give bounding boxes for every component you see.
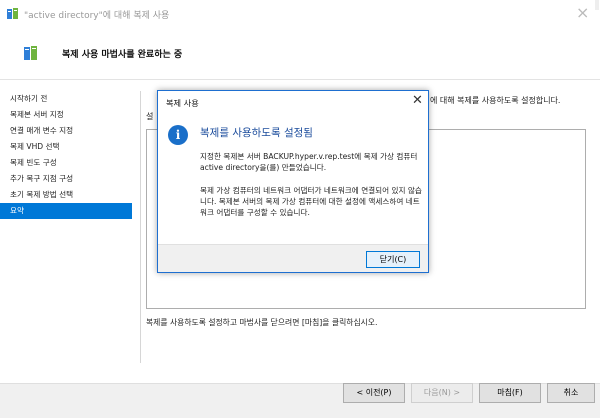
replication-enabled-dialog: 복제 사용 ✕ i 복제를 사용하도록 설정됨 지정한 복제본 서버 BACKU… xyxy=(157,90,429,273)
dialog-message-created: 지정한 복제본 서버 BACKUP.hyper.v.rep.test에 복제 가… xyxy=(200,152,418,172)
wizard-footer: < 이전(P) 다음(N) > 마침(F) 취소 xyxy=(0,383,600,418)
nav-item-replication-vhds[interactable]: 복제 VHD 선택 xyxy=(0,139,132,155)
previous-button[interactable]: < 이전(P) xyxy=(343,383,405,403)
window-titlebar: "active directory"에 대해 복제 사용 × xyxy=(0,0,600,30)
nav-item-initial-replication[interactable]: 초기 복제 방법 선택 xyxy=(0,187,132,203)
next-button: 다음(N) > xyxy=(411,383,473,403)
dialog-title: 복제 사용 xyxy=(166,98,199,108)
page-title: 복제 사용 마법사를 완료하는 중 xyxy=(62,50,183,60)
nav-item-before-you-begin[interactable]: 시작하기 전 xyxy=(0,91,132,107)
hyperv-vm-icon xyxy=(24,46,37,60)
summary-label: 설 xyxy=(146,112,154,121)
dialog-message-network: 복제 가상 컴퓨터의 네트워크 어댑터가 네트워크에 연결되어 있지 않습니다.… xyxy=(200,186,422,217)
finish-hint: 복제를 사용하도록 설정하고 마법사를 닫으려면 [마침]을 클릭하십시오. xyxy=(146,318,378,327)
window-close-icon[interactable]: × xyxy=(576,5,589,21)
finish-button[interactable]: 마침(F) xyxy=(479,383,541,403)
dialog-footer: 닫기(C) xyxy=(158,244,428,272)
scrollbar-fragment xyxy=(595,0,599,10)
hyperv-vm-icon xyxy=(7,8,18,19)
nav-item-connection-params[interactable]: 연결 매개 변수 지정 xyxy=(0,123,132,139)
info-icon: i xyxy=(168,125,188,145)
dialog-close-icon[interactable]: ✕ xyxy=(412,94,423,108)
dialog-heading: 복제를 사용하도록 설정됨 xyxy=(200,127,313,139)
window-title: "active directory"에 대해 복제 사용 xyxy=(24,11,170,21)
nav-item-summary[interactable]: 요약 xyxy=(0,203,132,219)
intro-text: 에 대해 복제를 사용하도록 설정합니다. xyxy=(430,96,561,105)
cancel-button[interactable]: 취소 xyxy=(547,383,595,403)
dialog-close-button[interactable]: 닫기(C) xyxy=(366,251,420,268)
nav-item-replication-frequency[interactable]: 복제 빈도 구성 xyxy=(0,155,132,171)
nav-divider xyxy=(140,91,141,363)
wizard-header: 복제 사용 마법사를 완료하는 중 xyxy=(0,30,600,80)
dialog-titlebar: 복제 사용 ✕ xyxy=(158,91,428,113)
nav-item-recovery-points[interactable]: 추가 복구 지점 구성 xyxy=(0,171,132,187)
wizard-nav: 시작하기 전 복제본 서버 지정 연결 매개 변수 지정 복제 VHD 선택 복… xyxy=(0,91,132,219)
nav-item-replica-server[interactable]: 복제본 서버 지정 xyxy=(0,107,132,123)
